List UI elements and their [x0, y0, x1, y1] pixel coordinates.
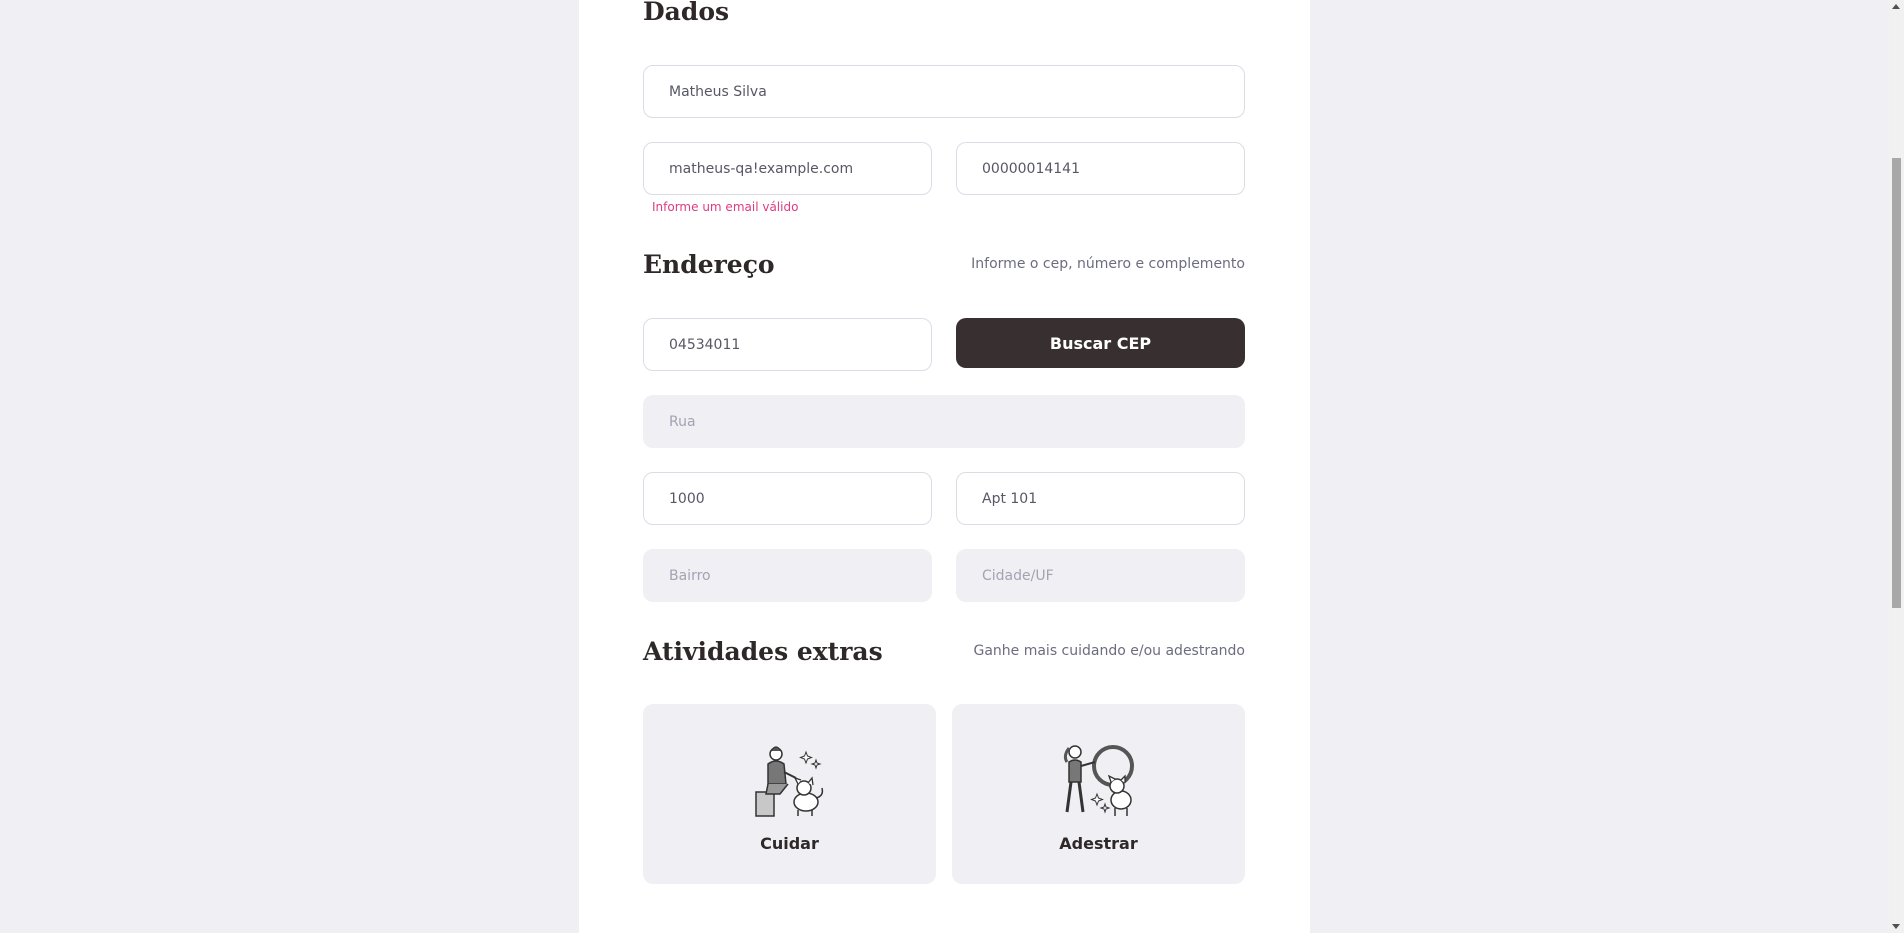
pet-training-icon [1063, 745, 1134, 816]
atividades-hint: Ganhe mais cuidando e/ou adestrando [973, 643, 1245, 659]
scroll-up-arrow-icon[interactable] [1892, 4, 1900, 9]
endereco-hint: Informe o cep, número e complemento [971, 256, 1245, 272]
section-title-atividades: Atividades extras [643, 637, 883, 666]
email-input[interactable]: matheus-qa!example.com [643, 142, 932, 195]
pet-care-icon [754, 746, 823, 817]
rua-input[interactable]: Rua [643, 395, 1245, 448]
scroll-down-arrow-icon[interactable] [1892, 924, 1900, 929]
section-title-dados: Dados [643, 0, 730, 26]
section-title-endereco: Endereço [643, 250, 775, 279]
activity-card-adestrar[interactable]: Adestrar [952, 704, 1245, 884]
page-scrollbar[interactable] [1889, 0, 1904, 933]
cpf-input[interactable]: 00000014141 [956, 142, 1245, 195]
form-panel: Dados Matheus Silva matheus-qa!example.c… [579, 0, 1310, 933]
numero-input[interactable]: 1000 [643, 472, 932, 525]
activity-label-cuidar: Cuidar [760, 834, 819, 853]
cep-input[interactable]: 04534011 [643, 318, 932, 371]
complemento-input[interactable]: Apt 101 [956, 472, 1245, 525]
scrollbar-thumb[interactable] [1892, 158, 1901, 608]
cidade-uf-input[interactable]: Cidade/UF [956, 549, 1245, 602]
email-error-message: Informe um email válido [652, 200, 799, 214]
name-input[interactable]: Matheus Silva [643, 65, 1245, 118]
activity-card-cuidar[interactable]: Cuidar [643, 704, 936, 884]
buscar-cep-button[interactable]: Buscar CEP [956, 318, 1245, 368]
activity-label-adestrar: Adestrar [1059, 834, 1138, 853]
bairro-input[interactable]: Bairro [643, 549, 932, 602]
